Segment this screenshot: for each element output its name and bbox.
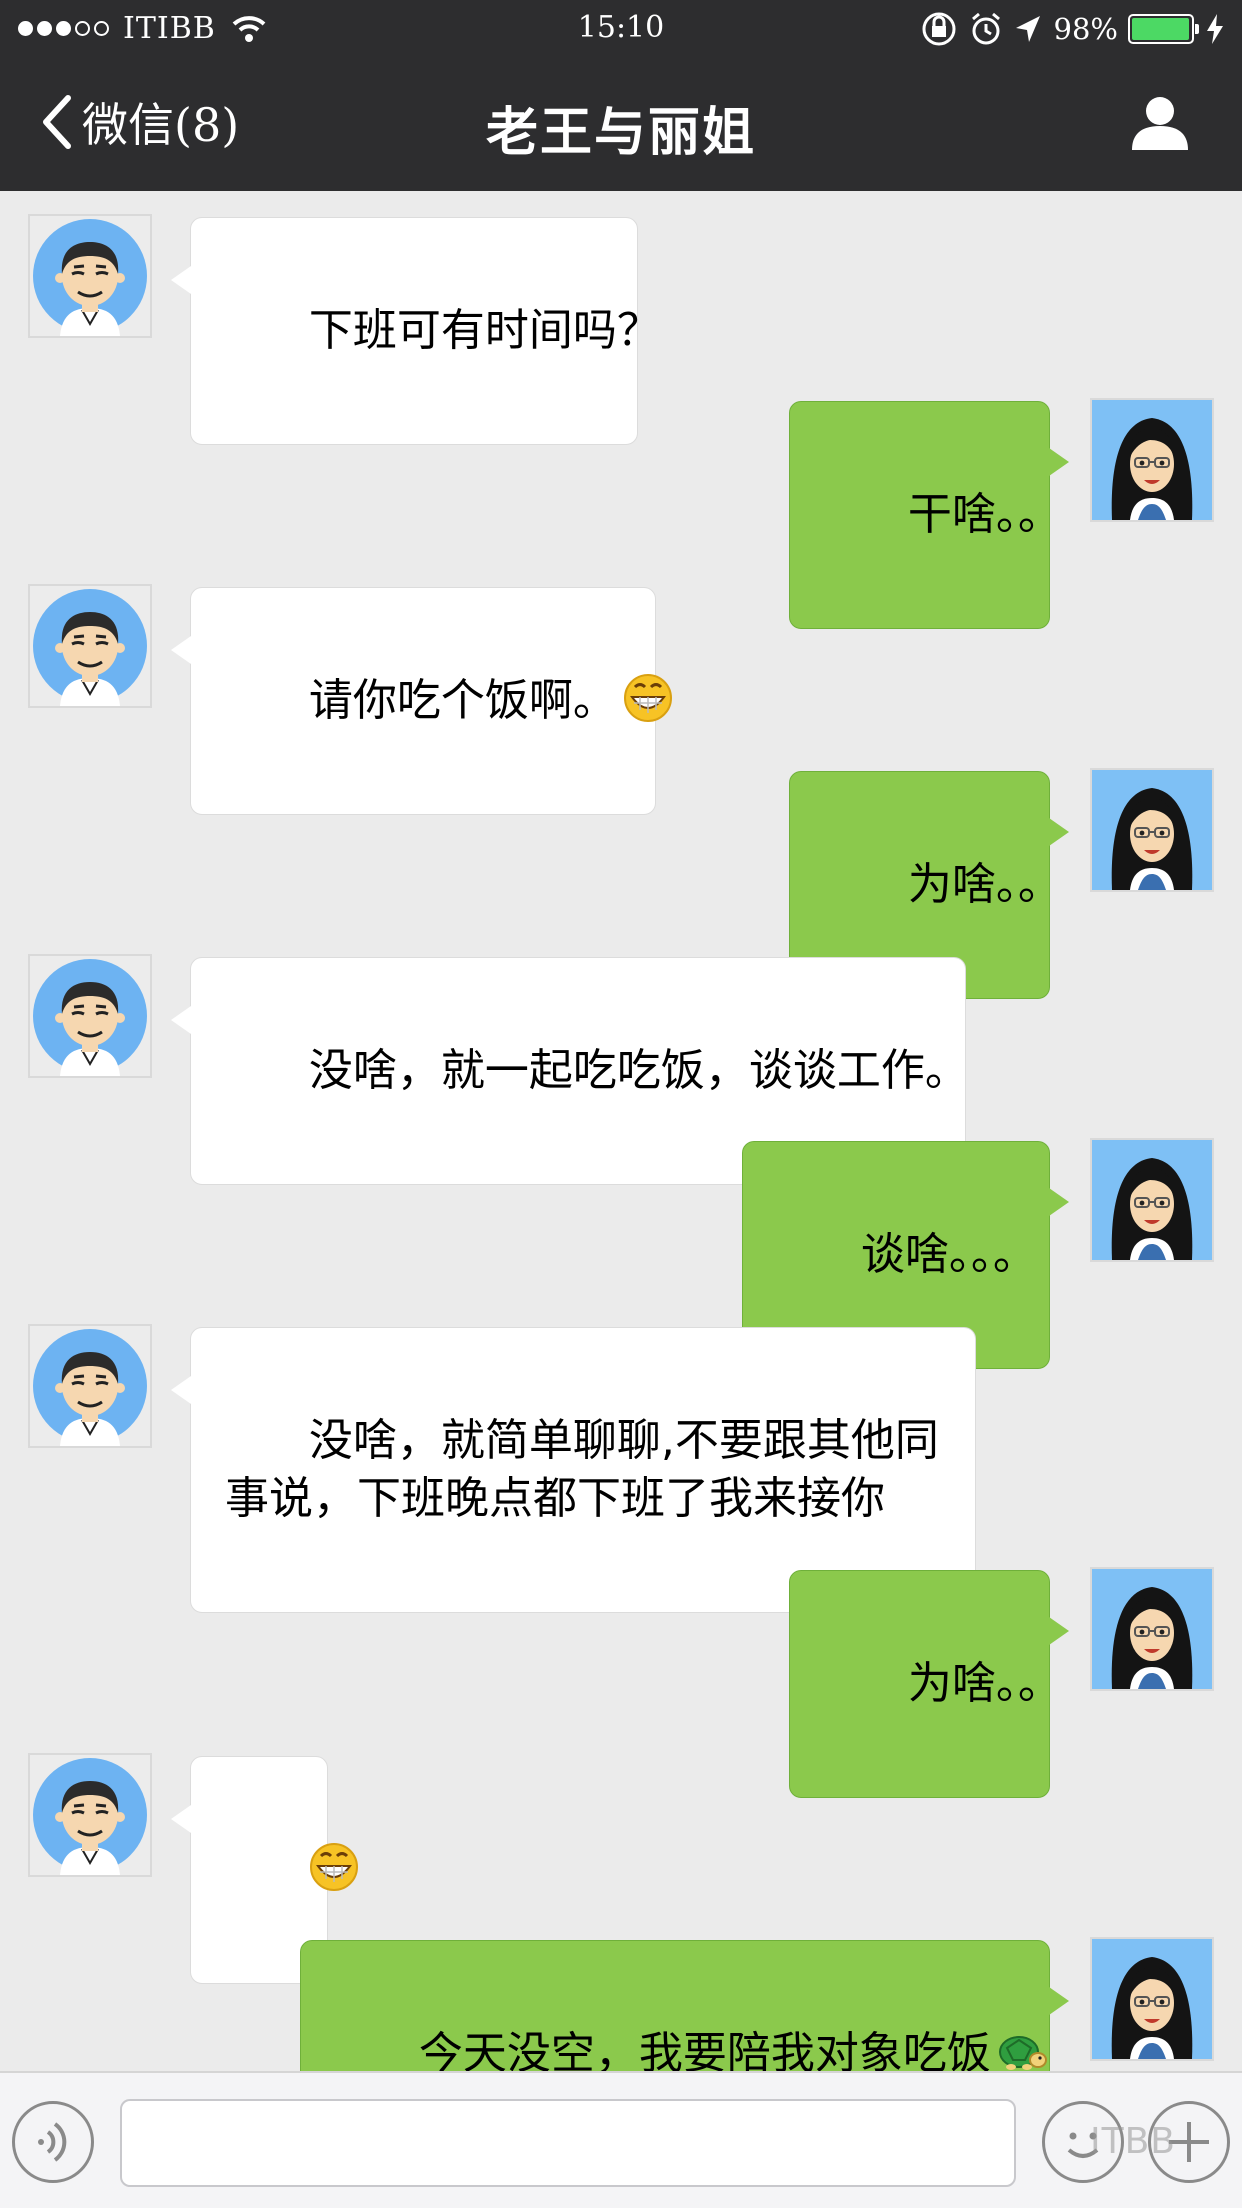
avatar[interactable]: [1090, 1937, 1214, 2061]
avatar[interactable]: [28, 584, 152, 708]
avatar-woman-image: [1092, 400, 1212, 520]
avatar[interactable]: [28, 214, 152, 338]
status-bar: ITIBB 15:10 98%: [0, 0, 1242, 58]
battery-icon: [1128, 14, 1199, 44]
avatar[interactable]: [1090, 768, 1214, 892]
battery-percent: 98%: [1053, 12, 1118, 46]
voice-wave-icon: [38, 2122, 67, 2162]
avatar[interactable]: [28, 1324, 152, 1448]
avatar[interactable]: [1090, 1567, 1214, 1691]
message-bubble[interactable]: 为啥。。: [789, 1570, 1069, 1798]
alarm-icon: [971, 12, 1000, 45]
avatar-man-image: [30, 1755, 150, 1875]
location-arrow-icon: [1015, 16, 1040, 42]
message-text: 没啥，就一起吃吃饭，谈谈工作。: [308, 1045, 969, 1096]
avatar[interactable]: [1090, 1138, 1214, 1262]
avatar-man-image: [30, 586, 150, 706]
grin-emoji-icon: [623, 673, 673, 723]
message-text: 谈啥。。。: [860, 1229, 1037, 1280]
nav-bar: 微信(8) 老王与丽姐: [0, 58, 1242, 191]
chat-title: 老王与丽姐: [485, 103, 756, 163]
input-bar: ITBB: [0, 2071, 1242, 2208]
message-bubble[interactable]: 请你吃个饭啊。: [171, 587, 656, 815]
message-text: 为啥。。: [907, 1658, 1062, 1709]
chat-info-button[interactable]: [1130, 94, 1190, 150]
message-bubble[interactable]: 干啥。。: [789, 401, 1069, 629]
chat-area[interactable]: 下班可有时间吗？ 干啥。。 请你吃个饭啊。 为啥。。 没啥，就一起吃吃饭，谈谈工…: [0, 191, 1242, 2168]
avatar-man-image: [30, 956, 150, 1076]
avatar[interactable]: [28, 954, 152, 1078]
avatar-man-image: [30, 216, 150, 336]
avatar-woman-image: [1092, 770, 1212, 890]
battery-fill: [1132, 18, 1189, 40]
avatar-man-image: [30, 1326, 150, 1446]
voice-input-button[interactable]: [12, 2101, 94, 2183]
avatar-woman-image: [1092, 1140, 1212, 1260]
rotation-lock-icon: [922, 12, 956, 46]
message-text: 请你吃个饭啊。: [308, 675, 617, 726]
message-text: 为啥。。: [907, 859, 1062, 910]
message-text: 干啥。。: [907, 489, 1062, 540]
message-input[interactable]: [120, 2099, 1016, 2187]
message-text: 下班可有时间吗？: [308, 305, 661, 356]
charging-bolt-icon: [1207, 14, 1223, 44]
turtle-emoji-icon: [997, 2026, 1047, 2076]
avatar[interactable]: [1090, 398, 1214, 522]
avatar-woman-image: [1092, 1569, 1212, 1689]
status-right: 98%: [908, 8, 1224, 50]
grin-emoji-icon: [309, 1842, 359, 1892]
message-text: 没啥，就简单聊聊,不要跟其他同 事说，下班晚点都下班了我来接你: [225, 1415, 939, 1524]
message-bubble[interactable]: 下班可有时间吗？: [171, 217, 661, 445]
top-bar: ITIBB 15:10 98% 微信(8) 老王与丽姐: [0, 0, 1242, 191]
avatar[interactable]: [28, 1753, 152, 1877]
avatar-woman-image: [1092, 1939, 1212, 2059]
watermark: ITBB: [1090, 2121, 1177, 2162]
